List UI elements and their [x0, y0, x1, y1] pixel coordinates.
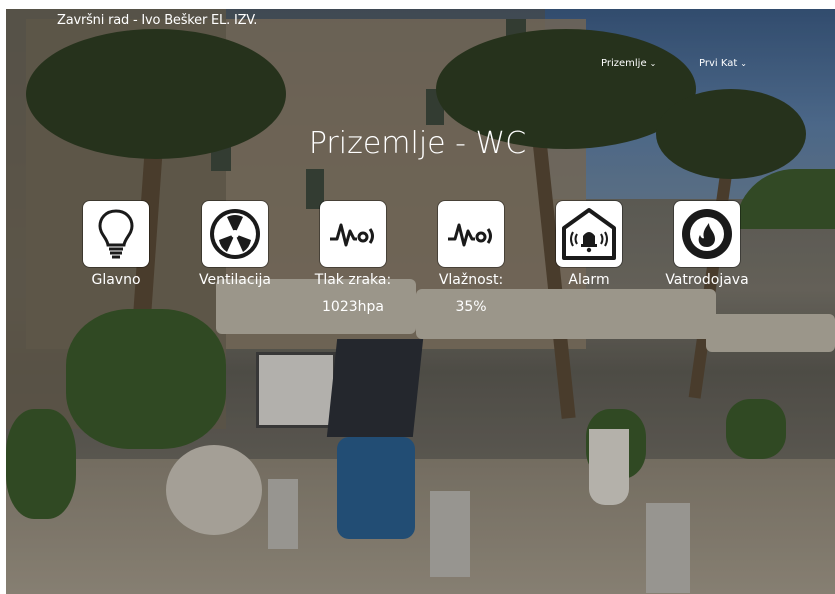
pressure-wave-icon [330, 223, 374, 247]
alarm-button[interactable] [556, 201, 622, 267]
alarm-label: Alarm [568, 272, 610, 288]
alarm-bell-house-icon [562, 208, 616, 260]
vatrodojava-button[interactable] [674, 201, 740, 267]
nav-prizemlje[interactable]: Prizemlje ⌄ [601, 58, 656, 69]
glavno-label: Glavno [91, 272, 141, 288]
vlaznost-value: 35% [455, 299, 487, 315]
fire-icon [682, 209, 732, 259]
tlak-zraka-label: Tlak zraka: [314, 272, 392, 288]
vlaznost-label: Vlažnost: [438, 272, 504, 288]
ventilacija-label: Ventilacija [199, 272, 271, 288]
tlak-zraka-value: 1023hpa [322, 299, 384, 315]
vlaznost-button[interactable] [438, 201, 504, 267]
nav-prvi-kat[interactable]: Prvi Kat ⌄ [699, 58, 747, 69]
ventilacija-button[interactable] [202, 201, 268, 267]
humidity-wave-icon [448, 223, 492, 247]
chevron-down-icon: ⌄ [740, 59, 747, 68]
nav-prizemlje-label: Prizemlje [601, 58, 647, 69]
page-title: Prizemlje - WC [308, 126, 527, 161]
tlak-zraka-button[interactable] [320, 201, 386, 267]
lightbulb-icon [98, 209, 134, 259]
chevron-down-icon: ⌄ [649, 59, 657, 68]
vatrodojava-label: Vatrodojava [665, 272, 749, 288]
glavno-button[interactable] [83, 201, 149, 267]
site-title[interactable]: Završni rad - Ivo Bešker EL. IZV. [57, 13, 257, 28]
fan-icon [210, 209, 260, 259]
nav-prvi-kat-label: Prvi Kat [699, 58, 738, 69]
